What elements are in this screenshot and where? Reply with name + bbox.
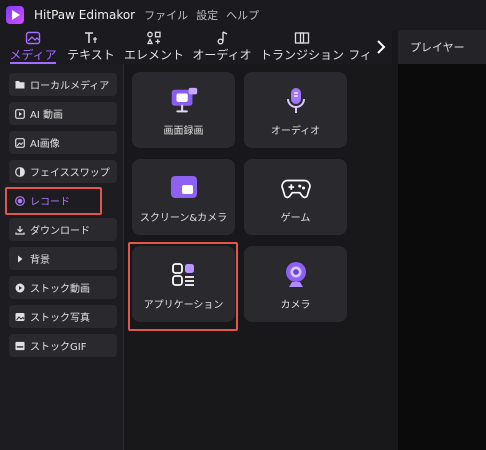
card-audio[interactable]: オーディオ xyxy=(244,72,347,148)
sidebar-item-label: ダウンロード xyxy=(30,226,90,237)
chevron-right-icon xyxy=(377,40,386,54)
card-label: 画面録画 xyxy=(163,126,204,137)
menu-file[interactable]: ファイル xyxy=(144,7,188,23)
tab-bar: メディア テキスト エレメント オーディオ トランジション フィ xyxy=(0,30,392,64)
screen-camera-icon xyxy=(168,173,200,203)
gif-icon xyxy=(15,341,25,351)
sidebar-item-ai-video[interactable]: AI 動画 xyxy=(9,102,117,125)
folder-icon xyxy=(15,80,25,90)
sidebar-item-label: ローカルメディア xyxy=(30,81,110,92)
card-game[interactable]: ゲーム xyxy=(244,159,347,235)
tab-label: オーディオ xyxy=(192,48,252,62)
transition-icon xyxy=(294,32,310,44)
ai-video-icon xyxy=(15,108,25,119)
tab-label: エレメント xyxy=(124,48,185,62)
webcam-icon xyxy=(280,260,312,290)
title-bar: HitPaw Edimakor ファイル 設定 ヘルプ xyxy=(0,0,486,30)
sidebar-item-face-swap[interactable]: フェイススワップ xyxy=(9,160,117,183)
music-note-icon xyxy=(217,31,228,45)
sidebar-item-stock-gif[interactable]: ストックGIF xyxy=(9,334,117,357)
tab-label: メディア xyxy=(9,48,57,62)
text-icon xyxy=(85,32,97,43)
card-label: オーディオ xyxy=(270,126,321,137)
app-logo-icon xyxy=(6,6,24,24)
player-title: プレイヤー xyxy=(410,41,465,54)
card-label: カメラ xyxy=(280,300,311,311)
sidebar-item-local-media[interactable]: ローカルメディア xyxy=(9,73,117,96)
application-highlight-box xyxy=(128,242,238,331)
sidebar-item-label: AI画像 xyxy=(30,139,60,150)
tab-label: フィ xyxy=(350,48,370,62)
tab-elements[interactable]: エレメント xyxy=(124,30,184,64)
player-panel-header: プレイヤー xyxy=(398,30,486,64)
elements-icon xyxy=(146,31,161,45)
sidebar-item-ai-image[interactable]: AI画像 xyxy=(9,131,117,154)
sidebar-item-label: 背景 xyxy=(30,255,50,266)
stock-photo-icon xyxy=(15,312,25,322)
image-icon xyxy=(25,31,41,45)
tab-label: テキスト xyxy=(67,48,115,62)
sidebar-item-label: ストック写真 xyxy=(30,313,90,324)
media-sidebar: ローカルメディア AI 動画 AI画像 フェイススワップ レコード ダウンロード… xyxy=(0,64,124,450)
sidebar-item-label: ストック動画 xyxy=(30,284,90,295)
card-camera[interactable]: カメラ xyxy=(244,246,347,322)
sidebar-item-label: AI 動画 xyxy=(30,110,63,121)
card-screen-camera[interactable]: スクリーン&カメラ xyxy=(132,159,235,235)
tab-text[interactable]: テキスト xyxy=(66,30,116,64)
sidebar-item-label: ストックGIF xyxy=(30,342,87,353)
menu-help[interactable]: ヘルプ xyxy=(226,7,259,23)
ai-image-icon xyxy=(15,137,25,148)
sidebar-item-download[interactable]: ダウンロード xyxy=(9,218,117,241)
player-preview-area[interactable] xyxy=(398,64,486,450)
tab-transition[interactable]: トランジション xyxy=(260,30,345,64)
sidebar-item-stock-photo[interactable]: ストック写真 xyxy=(9,305,117,328)
tab-filter[interactable]: フィ xyxy=(350,30,370,64)
sidebar-item-label: フェイススワップ xyxy=(30,168,110,179)
microphone-icon xyxy=(280,86,312,116)
face-swap-icon xyxy=(15,166,25,177)
filter-icon xyxy=(352,31,368,45)
tabs-scroll-right-button[interactable] xyxy=(370,34,392,60)
tab-media[interactable]: メディア xyxy=(8,30,58,64)
app-title: HitPaw Edimakor xyxy=(34,8,136,22)
card-screen-record[interactable]: 画面録画 xyxy=(132,72,235,148)
stock-video-icon xyxy=(15,283,25,293)
tab-label: トランジション xyxy=(260,48,345,62)
menu-settings[interactable]: 設定 xyxy=(196,7,218,23)
tab-audio[interactable]: オーディオ xyxy=(192,30,252,64)
gamepad-icon xyxy=(280,173,312,203)
card-label: ゲーム xyxy=(280,213,311,224)
download-icon xyxy=(15,225,25,235)
monitor-record-icon xyxy=(168,86,200,116)
record-highlight-box xyxy=(5,187,102,215)
sidebar-item-stock-video[interactable]: ストック動画 xyxy=(9,276,117,299)
sidebar-item-background[interactable]: 背景 xyxy=(9,247,117,270)
background-icon xyxy=(15,254,25,264)
card-label: スクリーン&カメラ xyxy=(139,213,228,224)
